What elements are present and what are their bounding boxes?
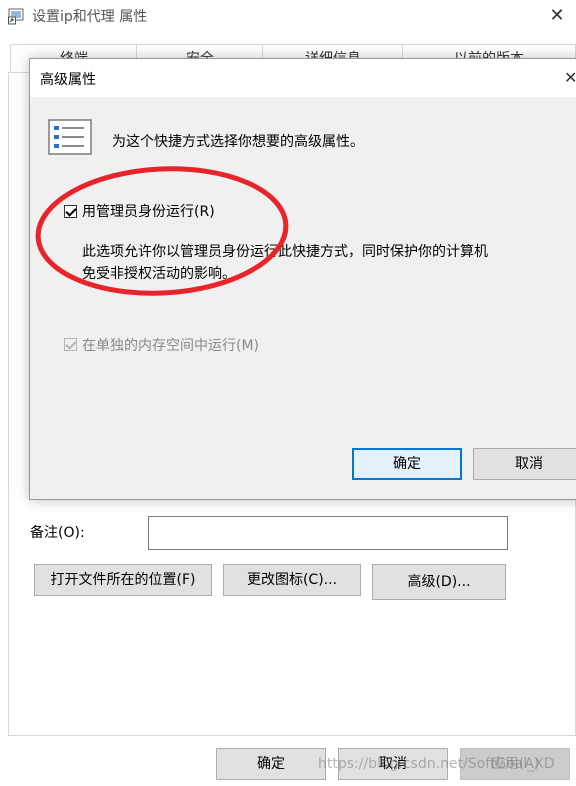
- separate-memory-checkbox: [64, 338, 77, 351]
- dialog-titlebar: 高级属性 ✕: [30, 59, 576, 97]
- main-ok-button[interactable]: 确定: [216, 748, 326, 780]
- run-as-admin-label[interactable]: 用管理员身份运行(R): [82, 201, 215, 221]
- description-line-2: 免受非授权活动的影响。: [82, 266, 236, 282]
- main-apply-button[interactable]: 应用(A): [460, 748, 570, 780]
- dialog-close-icon[interactable]: ✕: [564, 66, 576, 90]
- change-icon-button[interactable]: 更改图标(C)...: [223, 564, 361, 596]
- checkmark-icon: [65, 338, 77, 350]
- dialog-cancel-button[interactable]: 取消: [473, 448, 576, 480]
- comment-input[interactable]: [148, 516, 508, 550]
- dialog-ok-button[interactable]: 确定: [352, 448, 462, 480]
- main-window-title: 设置ip和代理 属性: [32, 9, 148, 25]
- advanced-properties-dialog: 高级属性 ✕ 为这个快捷方式选择你想要的高级属性。 用管理员身份运行(R) 此选…: [29, 58, 576, 500]
- advanced-button[interactable]: 高级(D)...: [372, 564, 506, 600]
- run-as-admin-description: 此选项允许你以管理员身份运行此快捷方式，同时保护你的计算机 免受非授权活动的影响…: [82, 241, 542, 285]
- open-file-location-button[interactable]: 打开文件所在的位置(F): [34, 564, 212, 596]
- dialog-title: 高级属性: [40, 72, 96, 88]
- main-close-icon[interactable]: ✕: [544, 4, 570, 28]
- advanced-properties-icon: [48, 119, 92, 155]
- main-window-titlebar: 设置ip和代理 属性 ✕: [0, 0, 576, 32]
- run-as-admin-checkbox[interactable]: [64, 205, 77, 218]
- checkmark-icon: [65, 205, 77, 217]
- shortcut-app-icon: [8, 8, 24, 25]
- main-cancel-button[interactable]: 取消: [338, 748, 448, 780]
- dialog-intro-text: 为这个快捷方式选择你想要的高级属性。: [112, 134, 364, 150]
- comment-label: 备注(O):: [30, 525, 85, 541]
- separate-memory-label: 在单独的内存空间中运行(M): [82, 338, 260, 354]
- description-line-1: 此选项允许你以管理员身份运行此快捷方式，同时保护你的计算机: [82, 244, 488, 260]
